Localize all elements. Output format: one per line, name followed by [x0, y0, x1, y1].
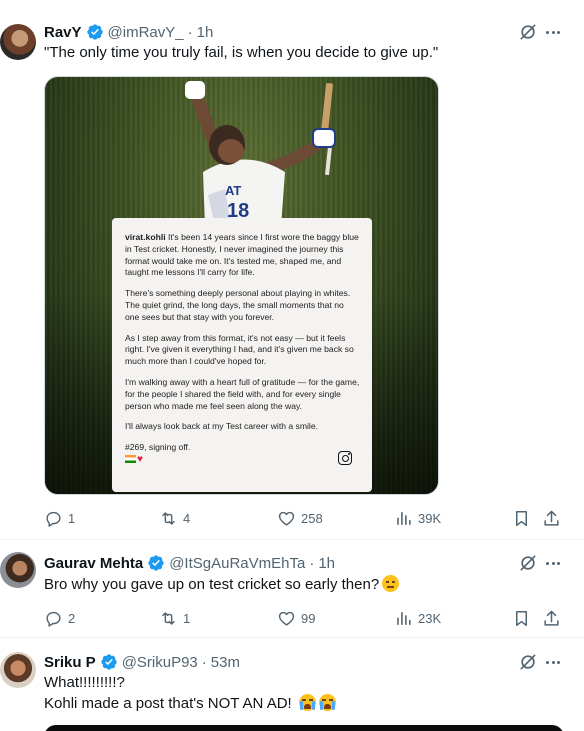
views-count: 23K	[418, 610, 442, 626]
timestamp[interactable]: 53m	[211, 654, 240, 671]
handle[interactable]: @SrikuP93	[122, 654, 198, 671]
reply-button[interactable]: 2	[44, 608, 75, 628]
card-paragraph: As I step away from this format, it's no…	[125, 332, 354, 367]
views-icon	[397, 611, 411, 625]
player-image: AT 18	[185, 81, 336, 227]
like-button[interactable]: 258	[277, 508, 323, 528]
instagram-post-card: virat.kohli It's been 14 years since I f…	[112, 218, 372, 492]
like-icon	[278, 511, 295, 526]
verified-icon	[148, 555, 164, 571]
tweet-text-line: Kohli made a post that's NOT AN AD!	[44, 695, 292, 712]
instagram-icon	[338, 451, 352, 465]
share-button[interactable]	[542, 508, 561, 528]
display-name[interactable]: Sriku P	[44, 654, 96, 671]
like-icon	[278, 611, 295, 626]
views-button[interactable]: 23K	[394, 608, 441, 628]
more-icon[interactable]	[543, 652, 563, 672]
card-paragraph: There's something deeply personal about …	[125, 288, 351, 322]
tweet-actions: 1 4 258 39K	[44, 508, 564, 528]
share-icon	[544, 510, 559, 526]
card-paragraph: I'll always look back at my Test career …	[125, 421, 318, 432]
repost-button[interactable]: 4	[159, 508, 190, 528]
crying-emoji-icon	[318, 694, 336, 711]
expressionless-emoji-icon	[382, 575, 400, 592]
more-icon[interactable]	[543, 553, 563, 573]
repost-icon	[162, 611, 175, 625]
display-name[interactable]: RavY	[44, 24, 82, 41]
timestamp[interactable]: 1h	[318, 555, 335, 572]
like-button[interactable]: 99	[277, 608, 315, 628]
heart-emoji-icon: ♥	[137, 453, 143, 465]
card-signoff: #269, signing off.	[125, 442, 191, 453]
tweet-ravy[interactable]: RavY @imRavY_ · 1h "The only time you tr…	[0, 0, 584, 540]
bookmark-icon	[515, 610, 528, 626]
avatar[interactable]	[0, 24, 36, 60]
reply-icon	[46, 611, 61, 627]
grok-icon[interactable]	[518, 22, 538, 42]
repost-icon	[162, 511, 175, 525]
verified-icon	[86, 24, 103, 40]
share-button[interactable]	[542, 608, 561, 628]
grok-icon[interactable]	[518, 652, 538, 672]
more-icon[interactable]	[543, 22, 563, 42]
tweet-gaurav[interactable]: Gaurav Mehta @ItSgAuRaVmEhTa · 1h Bro wh…	[0, 540, 584, 638]
like-count: 258	[301, 510, 323, 526]
tweet-sriku[interactable]: Sriku P @SrikuP93 · 53m What!!!!!!!!!? K…	[0, 638, 584, 731]
avatar[interactable]	[0, 552, 36, 588]
tweet-actions: 2 1 99 23K	[44, 608, 564, 628]
timestamp[interactable]: 1h	[197, 24, 214, 41]
handle[interactable]: @ItSgAuRaVmEhTa	[169, 555, 305, 572]
views-count: 39K	[418, 510, 442, 526]
views-icon	[397, 511, 411, 525]
next-tweet-media[interactable]	[44, 725, 564, 731]
repost-count: 4	[183, 510, 191, 526]
tweet-text: "The only time you truly fail, is when y…	[44, 44, 439, 61]
repost-button[interactable]: 1	[159, 608, 190, 628]
tweet-media-image[interactable]: AT 18 virat.kohli It's been 14 years sin…	[44, 76, 439, 495]
crying-emoji-icon	[298, 694, 316, 711]
display-name[interactable]: Gaurav Mehta	[44, 555, 143, 572]
india-flag-icon	[125, 454, 136, 463]
reply-count: 1	[68, 510, 76, 526]
handle[interactable]: @imRavY_	[108, 24, 184, 41]
like-count: 99	[301, 610, 316, 626]
reply-count: 2	[68, 610, 76, 626]
card-username: virat.kohli	[125, 232, 166, 242]
verified-icon	[101, 654, 117, 670]
share-icon	[544, 610, 559, 626]
card-paragraph: I'm walking away with a heart full of gr…	[125, 376, 360, 411]
repost-count: 1	[183, 610, 191, 626]
tweet-text-line: What!!!!!!!!!?	[44, 674, 125, 691]
bookmark-button[interactable]	[512, 508, 531, 528]
grok-icon[interactable]	[518, 553, 538, 573]
bookmark-button[interactable]	[512, 608, 531, 628]
views-button[interactable]: 39K	[394, 508, 441, 528]
tweet-text: Bro why you gave up on test cricket so e…	[44, 576, 380, 593]
reply-icon	[46, 511, 61, 527]
avatar[interactable]	[0, 652, 36, 688]
jersey-text: AT	[225, 183, 241, 198]
reply-button[interactable]: 1	[44, 508, 75, 528]
bookmark-icon	[515, 510, 528, 526]
